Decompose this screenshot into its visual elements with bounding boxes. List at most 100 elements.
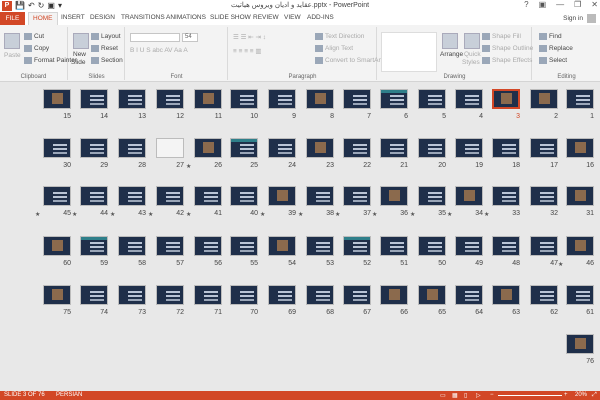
zoom-in-icon[interactable]: +	[564, 392, 568, 398]
slide-thumbnail[interactable]	[156, 186, 184, 206]
slide-thumbnail[interactable]	[492, 89, 520, 109]
new-slide-button-label2[interactable]: Slide	[71, 59, 85, 66]
slide-thumbnail[interactable]	[418, 186, 446, 206]
slide-thumbnail[interactable]	[118, 236, 146, 256]
slide-thumbnail[interactable]	[43, 236, 71, 256]
font-format-buttons[interactable]: B I U S abc AV Aa A	[130, 47, 188, 54]
slide-thumbnail[interactable]	[492, 186, 520, 206]
convert-smartart-button[interactable]: Convert to SmartArt	[315, 57, 382, 64]
text-direction-button[interactable]: Text Direction	[315, 33, 364, 40]
slide-thumbnail[interactable]	[530, 285, 558, 305]
tab-view[interactable]: VIEW	[284, 14, 301, 21]
layout-button[interactable]: Layout	[91, 33, 121, 40]
slide-thumbnail[interactable]	[43, 89, 71, 109]
slide-thumbnail[interactable]	[455, 138, 483, 158]
align-text-button[interactable]: Align Text	[315, 45, 353, 52]
slide-thumbnail[interactable]	[455, 236, 483, 256]
slide-thumbnail[interactable]	[566, 334, 594, 354]
slide-thumbnail[interactable]	[230, 89, 258, 109]
tab-slideshow[interactable]: SLIDE SHOW	[210, 14, 251, 21]
help-button[interactable]: ?	[524, 0, 528, 9]
slide-thumbnail[interactable]	[418, 285, 446, 305]
slide-thumbnail[interactable]	[380, 138, 408, 158]
slide-thumbnail[interactable]	[43, 186, 71, 206]
slide-thumbnail[interactable]	[230, 186, 258, 206]
slide-thumbnail[interactable]	[455, 89, 483, 109]
slide-thumbnail[interactable]	[455, 186, 483, 206]
slide-thumbnail[interactable]	[418, 89, 446, 109]
slide-thumbnail[interactable]	[118, 186, 146, 206]
slide-thumbnail[interactable]	[455, 285, 483, 305]
slide-thumbnail[interactable]	[530, 186, 558, 206]
slide-thumbnail[interactable]	[156, 236, 184, 256]
slide-thumbnail[interactable]	[306, 138, 334, 158]
quick-styles-button-label2[interactable]: Styles	[462, 59, 480, 66]
tab-transitions[interactable]: TRANSITIONS	[121, 14, 165, 21]
zoom-level[interactable]: 20%	[575, 392, 587, 398]
slide-thumbnail[interactable]	[530, 236, 558, 256]
slide-thumbnail[interactable]	[566, 236, 594, 256]
slide-thumbnail[interactable]	[156, 138, 184, 158]
tab-design[interactable]: DESIGN	[90, 14, 115, 21]
close-button[interactable]: ✕	[591, 0, 598, 9]
new-slide-icon[interactable]	[73, 33, 89, 49]
slide-thumbnail[interactable]	[566, 138, 594, 158]
avatar[interactable]	[587, 14, 596, 23]
slide-thumbnail[interactable]	[306, 285, 334, 305]
slide-thumbnail[interactable]	[194, 89, 222, 109]
shape-outline-button[interactable]: Shape Outline	[482, 45, 533, 52]
slide-thumbnail[interactable]	[194, 236, 222, 256]
slide-thumbnail[interactable]	[380, 89, 408, 109]
slide-thumbnail[interactable]	[268, 138, 296, 158]
slide-thumbnail[interactable]	[80, 89, 108, 109]
slide-thumbnail[interactable]	[566, 89, 594, 109]
arrange-icon[interactable]	[442, 33, 458, 49]
slide-thumbnail[interactable]	[268, 285, 296, 305]
restore-button[interactable]: ❐	[574, 0, 581, 9]
slide-thumbnail[interactable]	[492, 285, 520, 305]
tab-animations[interactable]: ANIMATIONS	[166, 14, 206, 21]
copy-button[interactable]: Copy	[24, 45, 49, 52]
slide-thumbnail[interactable]	[343, 89, 371, 109]
slide-thumbnail[interactable]	[43, 285, 71, 305]
shape-effects-button[interactable]: Shape Effects	[482, 57, 532, 64]
slide-thumbnail[interactable]	[43, 138, 71, 158]
tab-insert[interactable]: INSERT	[61, 14, 85, 21]
slide-thumbnail[interactable]	[566, 285, 594, 305]
slide-thumbnail[interactable]	[492, 138, 520, 158]
font-size-box[interactable]: 54	[182, 33, 198, 42]
slide-thumbnail[interactable]	[268, 186, 296, 206]
sign-in[interactable]: Sign in	[563, 14, 596, 23]
section-button[interactable]: Section	[91, 57, 123, 64]
slide-thumbnail[interactable]	[230, 236, 258, 256]
slide-thumbnail[interactable]	[118, 285, 146, 305]
tab-review[interactable]: REVIEW	[253, 14, 279, 21]
normal-view-icon[interactable]: ▭	[440, 392, 446, 399]
ribbon-display-button[interactable]: ▣	[539, 0, 547, 9]
slide-thumbnail[interactable]	[118, 89, 146, 109]
slide-thumbnail[interactable]	[118, 138, 146, 158]
zoom-out-icon[interactable]: −	[490, 392, 494, 398]
quick-styles-button[interactable]: Quick	[464, 51, 481, 58]
font-family-box[interactable]	[130, 33, 180, 42]
tab-addins[interactable]: ADD-INS	[307, 14, 334, 21]
minimize-button[interactable]: —	[556, 0, 564, 9]
slide-thumbnail[interactable]	[380, 186, 408, 206]
slide-thumbnail[interactable]	[156, 89, 184, 109]
cut-button[interactable]: Cut	[24, 33, 44, 40]
slide-thumbnail[interactable]	[156, 285, 184, 305]
shapes-gallery[interactable]	[381, 32, 437, 72]
slide-thumbnail[interactable]	[343, 138, 371, 158]
slide-thumbnail[interactable]	[530, 138, 558, 158]
slide-thumbnail[interactable]	[230, 285, 258, 305]
paste-icon[interactable]	[4, 33, 20, 49]
slide-thumbnail[interactable]	[194, 186, 222, 206]
slide-thumbnail[interactable]	[343, 236, 371, 256]
slide-thumbnail[interactable]	[492, 236, 520, 256]
tab-home[interactable]: HOME	[28, 12, 58, 25]
find-button[interactable]: Find	[539, 33, 562, 40]
slide-thumbnail[interactable]	[418, 236, 446, 256]
replace-button[interactable]: Replace	[539, 45, 573, 52]
slide-thumbnail[interactable]	[343, 285, 371, 305]
slide-thumbnail[interactable]	[566, 186, 594, 206]
